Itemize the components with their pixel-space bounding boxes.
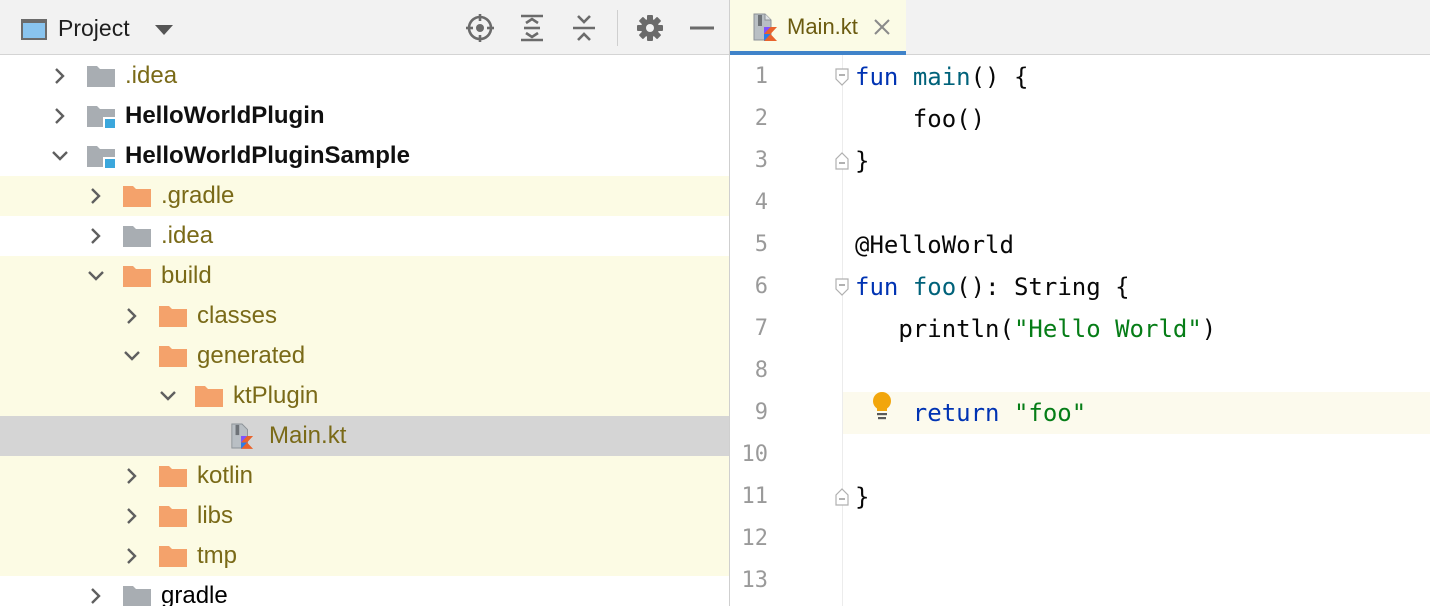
folder-icon — [159, 306, 187, 327]
chevron-right-icon[interactable] — [122, 546, 142, 566]
folder-icon — [123, 186, 151, 207]
chevron-right-icon[interactable] — [86, 186, 106, 206]
hide-panel-icon[interactable] — [686, 12, 718, 44]
tree-item-label: gradle — [161, 582, 228, 606]
chevron-right-icon[interactable] — [50, 106, 70, 126]
code-line[interactable]: fun main() { — [855, 56, 1028, 98]
tree-item-label: build — [161, 262, 212, 289]
toolbar-separator — [617, 10, 618, 46]
folder-icon — [123, 586, 151, 606]
tree-item-label: Main.kt — [269, 422, 347, 449]
line-number: 6 — [754, 274, 768, 299]
code-line[interactable]: println("Hello World") — [855, 308, 1216, 350]
line-number: 7 — [754, 316, 768, 341]
chevron-right-icon[interactable] — [122, 466, 142, 486]
chevron-right-icon[interactable] — [122, 506, 142, 526]
tree-item-label: .gradle — [161, 182, 235, 209]
code-line[interactable]: return "foo" — [855, 392, 1086, 434]
tree-row[interactable]: classes — [0, 296, 729, 336]
fold-start-icon[interactable] — [834, 68, 850, 86]
folder-icon — [123, 266, 151, 287]
folder-icon — [159, 506, 187, 527]
line-number: 11 — [741, 484, 769, 509]
tree-row[interactable]: ktPlugin — [0, 376, 729, 416]
line-number: 13 — [741, 568, 769, 593]
tab-label: Main.kt — [787, 14, 858, 39]
tree-item-label: generated — [197, 342, 306, 369]
project-view-icon — [21, 19, 47, 40]
tree-row[interactable]: gradle — [0, 576, 729, 606]
editor-panel: Main.kt 1 2 3 4 5 6 7 8 9 10 11 12 13 fun main() { f… — [729, 0, 1430, 606]
chevron-down-icon[interactable] — [50, 146, 70, 166]
editor-tab-strip: Main.kt — [730, 0, 1430, 55]
tree-row[interactable]: libs — [0, 496, 729, 536]
kotlin-file-icon — [753, 13, 777, 41]
project-panel-header: Project — [0, 0, 729, 55]
tree-row[interactable]: .idea — [0, 56, 729, 96]
tree-item-label: classes — [197, 302, 278, 329]
gear-icon[interactable] — [634, 12, 666, 44]
close-icon[interactable] — [872, 17, 892, 37]
chevron-right-icon[interactable] — [86, 586, 106, 606]
tree-row[interactable]: .idea — [0, 216, 729, 256]
project-panel-title[interactable]: Project — [58, 15, 130, 42]
view-dropdown-icon[interactable] — [155, 25, 173, 35]
gutter-border — [842, 55, 843, 606]
line-number: 4 — [754, 190, 768, 215]
code-line[interactable]: } — [855, 140, 869, 182]
expand-all-icon[interactable] — [516, 12, 548, 44]
folder-icon — [159, 466, 187, 487]
line-number: 2 — [754, 106, 768, 131]
tab-main-kt[interactable]: Main.kt — [730, 0, 906, 55]
chevron-down-icon[interactable] — [158, 386, 178, 406]
line-number: 10 — [741, 442, 769, 467]
code-line[interactable]: foo() — [855, 98, 985, 140]
tree-item-label: .idea — [125, 62, 178, 89]
tree-row[interactable]: HelloWorldPlugin — [0, 96, 729, 136]
tree-item-label: tmp — [197, 542, 238, 569]
kotlin-file-icon — [231, 423, 254, 449]
folder-icon — [195, 386, 223, 407]
tree-item-label: libs — [197, 502, 234, 529]
line-number: 12 — [741, 526, 769, 551]
chevron-down-icon[interactable] — [122, 346, 142, 366]
collapse-all-icon[interactable] — [568, 12, 600, 44]
chevron-down-icon[interactable] — [86, 266, 106, 286]
code-line[interactable]: fun foo(): String { — [855, 266, 1130, 308]
fold-end-icon[interactable] — [834, 488, 850, 506]
tree-row[interactable]: generated — [0, 336, 729, 376]
tree-item-label: ktPlugin — [233, 382, 319, 409]
line-number: 9 — [754, 400, 768, 425]
module-folder-icon — [87, 146, 115, 168]
tree-item-label: .idea — [161, 222, 214, 249]
locate-icon[interactable] — [464, 12, 496, 44]
chevron-right-icon[interactable] — [122, 306, 142, 326]
code-line[interactable]: } — [855, 476, 869, 518]
tree-row[interactable]: kotlin — [0, 456, 729, 496]
line-number: 8 — [754, 358, 768, 383]
fold-end-icon[interactable] — [834, 152, 850, 170]
editor-gutter: 1 2 3 4 5 6 7 8 9 10 11 12 13 — [730, 55, 842, 606]
chevron-right-icon[interactable] — [50, 66, 70, 86]
project-panel: Project .idea HelloWorldPlugin HelloWorl… — [0, 0, 729, 606]
folder-icon — [159, 346, 187, 367]
tree-row[interactable]: build — [0, 256, 729, 296]
line-number: 1 — [754, 64, 768, 89]
line-number: 5 — [754, 232, 768, 257]
tree-row[interactable]: HelloWorldPluginSample — [0, 136, 729, 176]
tree-item-label: HelloWorldPluginSample — [125, 142, 410, 169]
folder-icon — [87, 66, 115, 87]
code-line[interactable]: @HelloWorld — [855, 224, 1014, 266]
tree-row[interactable]: tmp — [0, 536, 729, 576]
tree-item-label: kotlin — [197, 462, 254, 489]
line-number: 3 — [754, 148, 768, 173]
fold-start-icon[interactable] — [834, 278, 850, 296]
folder-icon — [159, 546, 187, 567]
tree-row[interactable]: .gradle — [0, 176, 729, 216]
module-folder-icon — [87, 106, 115, 128]
tree-item-label: HelloWorldPlugin — [125, 102, 325, 129]
folder-icon — [123, 226, 151, 247]
tree-row[interactable]: Main.kt — [0, 416, 729, 456]
chevron-right-icon[interactable] — [86, 226, 106, 246]
